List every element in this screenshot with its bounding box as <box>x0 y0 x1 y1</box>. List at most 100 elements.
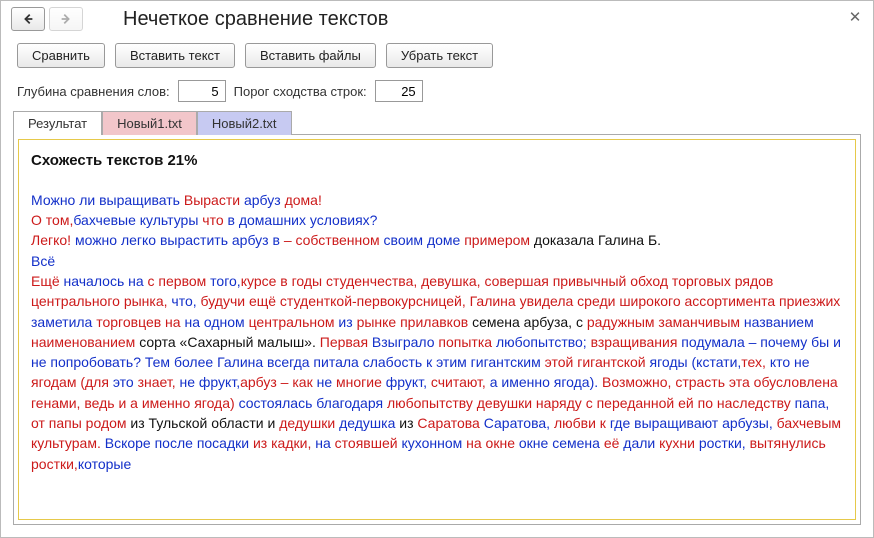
diff-same: из <box>399 415 417 431</box>
diff-added: окне семена <box>519 435 604 451</box>
diff-added: не фрукт, <box>180 374 241 390</box>
diff-added: заметила <box>31 314 96 330</box>
compare-button[interactable]: Сравнить <box>17 43 105 68</box>
diff-added: состоялась благодаря <box>239 395 387 411</box>
diff-added: любопытство; <box>496 334 591 350</box>
diff-removed: что <box>202 212 227 228</box>
diff-removed: ягодам (для <box>31 374 113 390</box>
diff-removed: наименованием <box>31 334 139 350</box>
diff-removed: будучи ещё студенткой-первокурсницей, Га… <box>201 293 841 309</box>
diff-removed: знает, <box>138 374 180 390</box>
diff-added: на одном <box>184 314 248 330</box>
diff-added: кухонном <box>401 435 466 451</box>
diff-removed: тех, <box>741 354 770 370</box>
diff-removed: примером <box>464 232 534 248</box>
similarity-heading: Схожесть текстов 21% <box>31 150 843 172</box>
result-pane[interactable]: Схожесть текстов 21% Можно ли выращивать… <box>18 139 856 520</box>
diff-removed: радужным заманчивым <box>587 314 744 330</box>
diff-added: папа, <box>795 395 830 411</box>
diff-added: на <box>315 435 334 451</box>
diff-removed: из кадки, <box>253 435 315 451</box>
diff-removed: с первом <box>148 273 211 289</box>
diff-removed: торговцев на <box>96 314 184 330</box>
tab-file1[interactable]: Новый1.txt <box>102 111 197 135</box>
diff-added: а именно ягода). <box>490 374 602 390</box>
tab-file2[interactable]: Новый2.txt <box>197 111 292 135</box>
diff-removed: рынке прилавков <box>357 314 473 330</box>
diff-removed: – собственном <box>284 232 384 248</box>
diff-same: сорта «Сахарный малыш». <box>139 334 320 350</box>
forward-button[interactable] <box>49 7 83 31</box>
diff-added: где выращивают арбузы, <box>610 415 777 431</box>
diff-removed: О том, <box>31 212 73 228</box>
diff-removed: Вырасти <box>184 192 244 208</box>
diff-added: из <box>338 314 356 330</box>
diff-added: что, <box>171 293 200 309</box>
close-icon: ✕ <box>849 8 862 26</box>
threshold-input[interactable] <box>375 80 423 102</box>
diff-removed: стоявшей <box>335 435 402 451</box>
diff-removed: Легко! <box>31 232 75 248</box>
diff-added: Взыграло <box>372 334 439 350</box>
diff-added: фрукт, <box>386 374 431 390</box>
diff-removed: на окне <box>466 435 519 451</box>
diff-added: в домашних условиях? <box>228 212 378 228</box>
close-button[interactable]: ✕ <box>845 7 865 27</box>
tabs: Результат Новый1.txt Новый2.txt <box>1 110 873 134</box>
diff-added: началось на <box>64 273 148 289</box>
threshold-label: Порог сходства строк: <box>234 84 367 99</box>
params-row: Глубина сравнения слов: Порог сходства с… <box>1 76 873 110</box>
diff-added: Вскоре после посадки <box>105 435 253 451</box>
tab-content: Схожесть текстов 21% Можно ли выращивать… <box>13 134 861 525</box>
paste-files-button[interactable]: Вставить файлы <box>245 43 376 68</box>
clear-text-button[interactable]: Убрать текст <box>386 43 493 68</box>
tab-result[interactable]: Результат <box>13 111 102 135</box>
diff-same: из Тульской области и <box>130 415 279 431</box>
diff-added: не <box>317 374 336 390</box>
diff-added: своим доме <box>384 232 465 248</box>
diff-removed: считают, <box>431 374 490 390</box>
diff-removed: любопытству девушки наряду с переданной … <box>387 395 795 411</box>
diff-added: арбуз <box>244 192 285 208</box>
diff-added: Саратова, <box>484 415 554 431</box>
toolbar: Сравнить Вставить текст Вставить файлы У… <box>1 35 873 76</box>
modal-window: Нечеткое сравнение текстов ✕ Сравнить Вс… <box>0 0 874 538</box>
diff-removed: этой гигантской <box>545 354 650 370</box>
diff-added: названием <box>744 314 814 330</box>
depth-label: Глубина сравнения слов: <box>17 84 170 99</box>
back-button[interactable] <box>11 7 45 31</box>
diff-removed: дедушки <box>279 415 339 431</box>
diff-added: дедушка <box>339 415 399 431</box>
diff-added: ростки, <box>699 435 750 451</box>
diff-added: Можно ли выращивать <box>31 192 184 208</box>
diff-added: которые <box>78 456 131 472</box>
diff-removed: дома! <box>285 192 322 208</box>
arrow-left-icon <box>21 12 35 26</box>
diff-removed: Саратова <box>417 415 483 431</box>
diff-removed: кухни <box>659 435 699 451</box>
diff-added: того, <box>210 273 241 289</box>
diff-same: доказала Галина Б. <box>534 232 661 248</box>
window-title: Нечеткое сравнение текстов <box>93 8 388 31</box>
paste-text-button[interactable]: Вставить текст <box>115 43 235 68</box>
diff-removed: от папы родом <box>31 415 130 431</box>
diff-removed: центральном <box>249 314 339 330</box>
titlebar: Нечеткое сравнение текстов ✕ <box>1 1 873 35</box>
diff-added: бахчевые культуры <box>73 212 202 228</box>
diff-removed: её <box>604 435 623 451</box>
diff-added: ягоды (кстати, <box>650 354 742 370</box>
diff-removed: многие <box>336 374 386 390</box>
diff-removed: Ещё <box>31 273 64 289</box>
diff-removed: взращивания <box>591 334 682 350</box>
diff-added: кто не <box>770 354 810 370</box>
diff-removed: любви к <box>554 415 610 431</box>
diff-added: дали <box>623 435 659 451</box>
diff-removed: Первая <box>320 334 372 350</box>
diff-text: Можно ли выращивать Вырасти арбуз дома! О… <box>31 190 843 474</box>
diff-removed: арбуз – как <box>240 374 317 390</box>
nav-buttons <box>11 7 83 31</box>
diff-same: семена арбуза, с <box>472 314 587 330</box>
diff-added: Всё <box>31 253 55 269</box>
diff-removed: попытка <box>438 334 496 350</box>
depth-input[interactable] <box>178 80 226 102</box>
